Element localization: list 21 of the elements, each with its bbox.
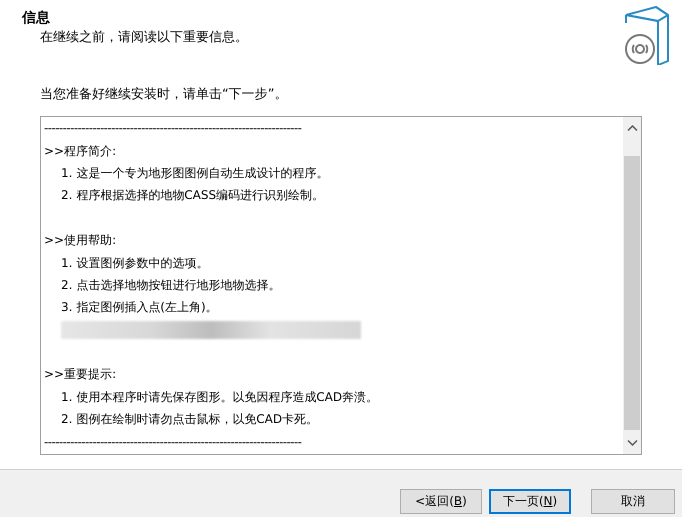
list-item: 1. 使用本程序时请先保存图形。以免因程序造成CAD奔溃。 [61, 388, 378, 405]
software-box-icon [622, 5, 672, 65]
list-item: 3. 指定图例插入点(左上角)。 [61, 299, 218, 316]
dashed-rule: --------------------------------------------------------------------- [44, 434, 302, 450]
list-item: 2. 点击选择地物按钮进行地形地物选择。 [61, 276, 280, 293]
list-item: 1. 设置图例参数中的选项。 [61, 254, 208, 271]
page-subtitle: 在继续之前，请阅读以下重要信息。 [40, 29, 248, 47]
section-heading: >>重要提示: [44, 366, 116, 382]
page-title: 信息 [22, 9, 51, 27]
list-item: 1. 这是一个专为地形图图例自动生成设计的程序。 [61, 164, 328, 181]
scrollbar-thumb[interactable] [624, 156, 640, 430]
list-item: 2. 程序根据选择的地物CASS编码进行识别绘制。 [61, 187, 324, 204]
section-heading: >>程序简介: [44, 142, 116, 159]
section-heading: >>使用帮助: [44, 232, 116, 248]
dialog-button[interactable]: 下一页(N) [489, 489, 571, 514]
list-item: 2. 图例在绘制时请勿点击鼠标，以免CAD卡死。 [61, 411, 318, 428]
dialog-button[interactable]: <返回(B) [400, 489, 482, 514]
scrollbar[interactable] [623, 117, 641, 454]
dashed-rule: --------------------------------------------------------------------- [44, 120, 302, 136]
instruction-text: 当您准备好继续安装时，请单击“下一步”。 [40, 86, 288, 104]
dialog-button[interactable]: 取消 [591, 489, 675, 514]
